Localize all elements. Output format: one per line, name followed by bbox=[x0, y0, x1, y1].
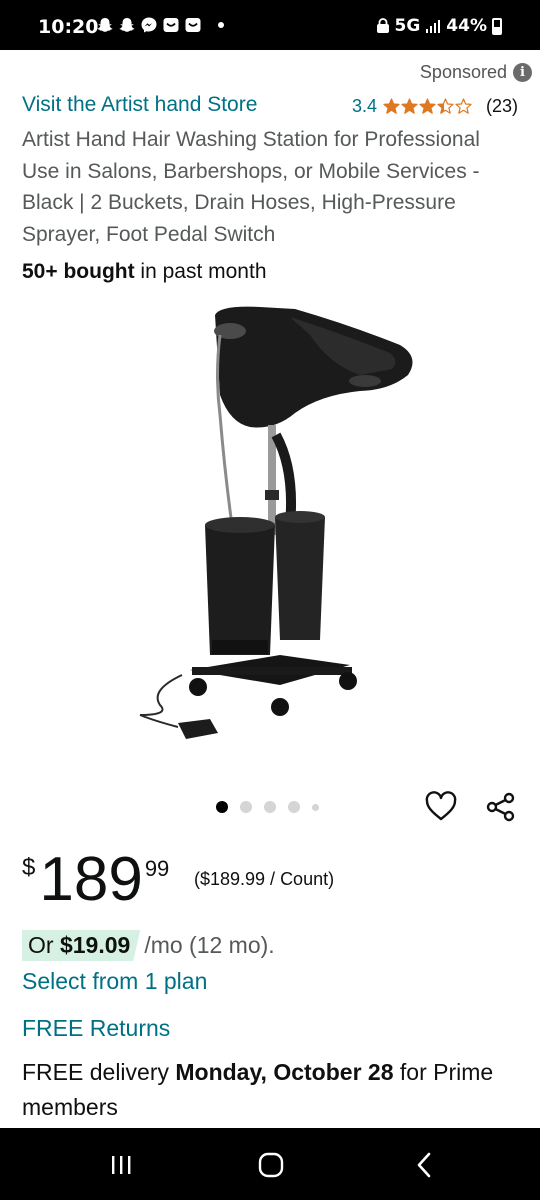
delivery-info: FREE delivery Monday, October 28 for Pri… bbox=[22, 1055, 522, 1125]
recents-icon[interactable] bbox=[104, 1148, 138, 1182]
carousel-dot[interactable] bbox=[240, 801, 252, 813]
delivery-date: Monday, October 28 bbox=[175, 1059, 394, 1085]
snapchat-icon bbox=[119, 18, 135, 32]
rating-value: 3.4 bbox=[351, 96, 377, 116]
status-time: 10:20 bbox=[38, 16, 99, 38]
rating[interactable]: 3.4 (23) bbox=[352, 96, 518, 117]
wishlist-heart-icon[interactable] bbox=[424, 790, 458, 824]
free-returns-link[interactable]: FREE Returns bbox=[22, 1015, 170, 1042]
lock-icon bbox=[376, 18, 389, 33]
star-icon bbox=[455, 98, 472, 114]
share-icon[interactable] bbox=[484, 790, 518, 824]
star-icon bbox=[383, 98, 400, 114]
product-image[interactable] bbox=[120, 295, 430, 765]
bought-count: 50+ bought in past month bbox=[22, 260, 267, 284]
price: $ 189 99 bbox=[22, 846, 169, 914]
network-label: 5G bbox=[394, 16, 421, 36]
select-plan-link[interactable]: Select from 1 plan bbox=[22, 968, 207, 995]
installment-terms: /mo (12 mo). bbox=[144, 932, 275, 958]
rating-count: (23) bbox=[485, 96, 518, 116]
notification-icons bbox=[96, 16, 224, 34]
star-rating bbox=[383, 98, 472, 115]
status-right: 5G 44% bbox=[376, 16, 502, 36]
battery-percent: 44% bbox=[446, 16, 487, 36]
status-dot bbox=[218, 22, 224, 28]
installment-amount: $19.09 bbox=[59, 932, 131, 958]
star-icon bbox=[419, 98, 436, 114]
bought-count-rest: in past month bbox=[134, 260, 267, 283]
star-icon bbox=[437, 98, 454, 114]
price-symbol: $ bbox=[22, 854, 36, 881]
carousel-dot[interactable] bbox=[264, 801, 276, 813]
app-icon bbox=[163, 18, 179, 32]
installment-badge: Or $19.09 bbox=[22, 930, 141, 961]
delivery-prefix: FREE delivery bbox=[22, 1059, 176, 1085]
snapchat-icon bbox=[97, 18, 113, 32]
messenger-icon bbox=[141, 17, 157, 33]
carousel-dot[interactable] bbox=[312, 803, 319, 811]
installment-prefix: Or bbox=[28, 932, 60, 958]
carousel-dot[interactable] bbox=[216, 801, 228, 813]
price-fraction: 99 bbox=[144, 856, 170, 881]
bought-count-bold: 50+ bought bbox=[22, 260, 135, 283]
sponsored-text: Sponsored bbox=[419, 62, 507, 82]
carousel-dots bbox=[216, 801, 319, 813]
star-icon bbox=[401, 98, 418, 114]
store-link[interactable]: Visit the Artist hand Store bbox=[22, 93, 257, 117]
unit-price: ($189.99 / Count) bbox=[194, 869, 335, 889]
app-icon bbox=[185, 18, 201, 32]
status-bar: 10:20 5G 44% bbox=[0, 0, 540, 50]
back-icon[interactable] bbox=[408, 1148, 442, 1182]
sponsored-label[interactable]: Sponsored i bbox=[420, 62, 532, 83]
product-title[interactable]: Artist Hand Hair Washing Station for Pro… bbox=[22, 124, 522, 250]
info-icon[interactable]: i bbox=[513, 63, 532, 82]
signal-icon bbox=[426, 20, 441, 33]
carousel-dot[interactable] bbox=[288, 801, 300, 813]
battery-icon bbox=[492, 17, 502, 35]
price-whole: 189 bbox=[39, 845, 143, 914]
system-nav-bar bbox=[0, 1128, 540, 1200]
home-icon[interactable] bbox=[254, 1148, 288, 1182]
installment-offer: Or $19.09 /mo (12 mo). bbox=[22, 930, 275, 961]
